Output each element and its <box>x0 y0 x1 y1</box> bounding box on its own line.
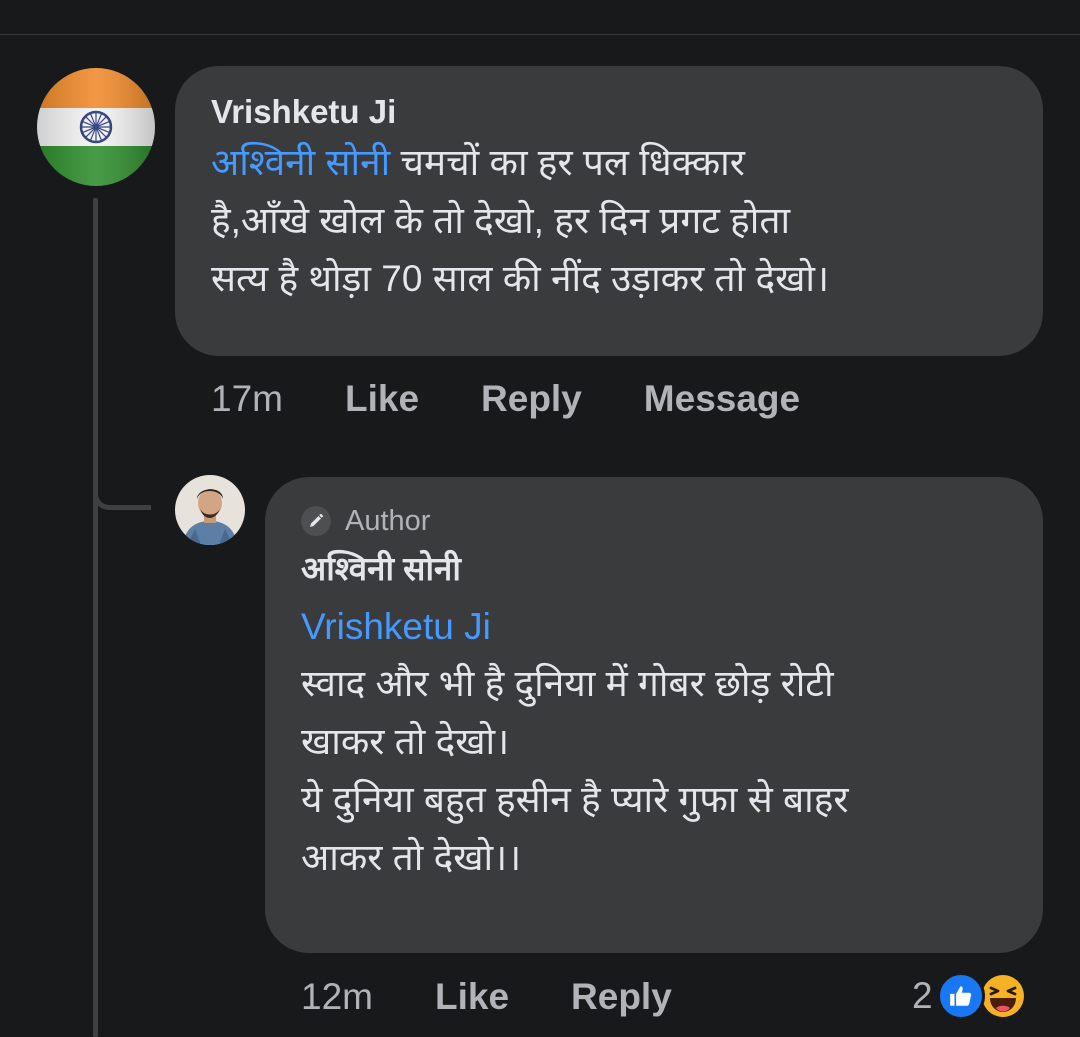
profile-photo-icon <box>175 475 245 545</box>
message-button[interactable]: Message <box>644 378 800 420</box>
reaction-summary[interactable]: 2 <box>912 972 1027 1020</box>
thread-line <box>93 198 98 1037</box>
pencil-icon <box>301 506 331 536</box>
reply-reply-button[interactable]: Reply <box>571 976 672 1018</box>
comment-author-name[interactable]: Vrishketu Ji <box>211 90 1007 134</box>
reply-text: स्वाद और भी है दुनिया में गोबर छोड़ रोटी… <box>301 663 849 878</box>
haha-icon <box>978 972 1027 1020</box>
comment-bubble: Vrishketu Ji अश्विनी सोनी चमचों का हर पल… <box>175 66 1043 356</box>
top-divider <box>0 34 1080 35</box>
reply-mention-link[interactable]: Vrishketu Ji <box>301 599 1007 655</box>
reply-bubble: Author अश्विनी सोनी Vrishketu Ji स्वाद औ… <box>265 477 1043 953</box>
avatar-vrishketu[interactable] <box>37 68 155 186</box>
comment-text: अश्विनी सोनी चमचों का हर पल धिक्कार है,आ… <box>211 142 829 299</box>
reply-timestamp[interactable]: 12m <box>301 976 373 1018</box>
author-badge: Author <box>301 501 1007 541</box>
author-badge-label: Author <box>345 505 431 537</box>
reply-author-name[interactable]: अश्विनी सोनी <box>301 547 1007 591</box>
mention-link[interactable]: अश्विनी सोनी <box>211 142 390 183</box>
reply-like-button[interactable]: Like <box>435 976 509 1018</box>
reply-actions: 12m Like Reply <box>301 976 734 1018</box>
reaction-count: 2 <box>912 975 933 1016</box>
comment-actions: 17m Like Reply Message <box>211 378 862 420</box>
thread-connector <box>93 470 151 510</box>
reply-button[interactable]: Reply <box>481 378 582 420</box>
india-flag-icon <box>37 68 155 186</box>
like-button[interactable]: Like <box>345 378 419 420</box>
like-icon <box>936 972 985 1020</box>
avatar-ashwini[interactable] <box>175 475 245 545</box>
comment-timestamp[interactable]: 17m <box>211 378 283 420</box>
